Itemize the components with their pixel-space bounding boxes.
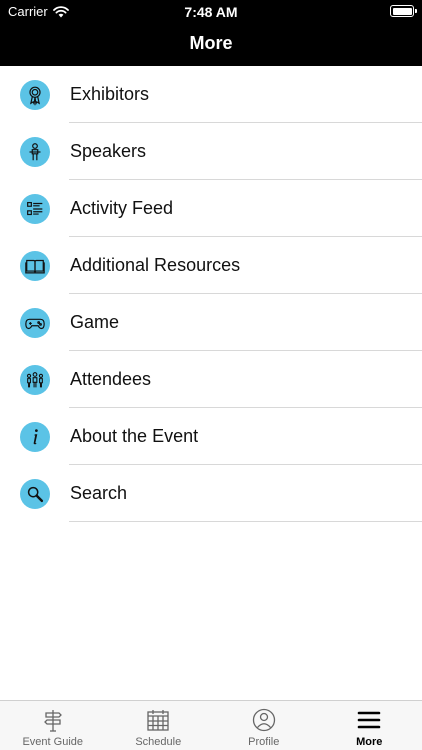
menu-item-additional-resources[interactable]: Additional Resources bbox=[0, 237, 422, 294]
tab-event-guide[interactable]: Event Guide bbox=[0, 701, 106, 750]
menu-item-speakers[interactable]: Speakers bbox=[0, 123, 422, 180]
status-bar: Carrier 7:48 AM bbox=[0, 0, 422, 22]
tab-label: Profile bbox=[248, 736, 280, 748]
tab-schedule[interactable]: Schedule bbox=[106, 701, 212, 750]
menu-item-label: About the Event bbox=[70, 426, 199, 446]
page-title: More bbox=[189, 33, 233, 53]
tab-label: Event Guide bbox=[22, 736, 84, 748]
menu-item-search[interactable]: Search bbox=[0, 465, 422, 522]
book-icon bbox=[20, 251, 50, 281]
menu-item-activity-feed[interactable]: Activity Feed bbox=[0, 180, 422, 237]
calendar-icon bbox=[147, 710, 169, 731]
menu-item-attendees[interactable]: Attendees bbox=[0, 351, 422, 408]
info-icon bbox=[20, 422, 50, 452]
battery-icon bbox=[390, 5, 417, 17]
tab-more[interactable]: More bbox=[317, 701, 422, 750]
speaker-person-icon bbox=[20, 137, 50, 167]
nav-header: Carrier 7:48 AM More bbox=[0, 0, 422, 66]
menu-item-game[interactable]: Game bbox=[0, 294, 422, 351]
menu-item-label: Game bbox=[70, 312, 120, 332]
more-menu-list: Exhibitors Speakers Activity Feed Additi… bbox=[0, 66, 422, 522]
hamburger-menu-icon bbox=[357, 711, 381, 729]
search-icon bbox=[20, 479, 50, 509]
divider bbox=[69, 521, 422, 522]
profile-icon bbox=[252, 708, 275, 732]
menu-item-label: Exhibitors bbox=[70, 84, 150, 104]
menu-item-label: Attendees bbox=[70, 369, 152, 389]
status-time: 7:48 AM bbox=[184, 4, 238, 20]
gamepad-icon bbox=[20, 308, 50, 338]
menu-item-label: Search bbox=[70, 483, 128, 503]
bottom-tab-bar: Event Guide Schedule Profile More bbox=[0, 700, 422, 750]
menu-item-label: Additional Resources bbox=[70, 255, 241, 275]
ribbon-award-icon bbox=[20, 80, 50, 110]
list-feed-icon bbox=[20, 194, 50, 224]
menu-item-label: Activity Feed bbox=[70, 198, 174, 218]
people-group-icon bbox=[20, 365, 50, 395]
signpost-icon bbox=[43, 710, 62, 732]
menu-item-exhibitors[interactable]: Exhibitors bbox=[0, 66, 422, 123]
menu-item-about-the-event[interactable]: About the Event bbox=[0, 408, 422, 465]
tab-label: More bbox=[356, 736, 383, 748]
tab-label: Schedule bbox=[135, 736, 182, 748]
tab-profile[interactable]: Profile bbox=[211, 701, 317, 750]
menu-item-label: Speakers bbox=[70, 141, 147, 161]
